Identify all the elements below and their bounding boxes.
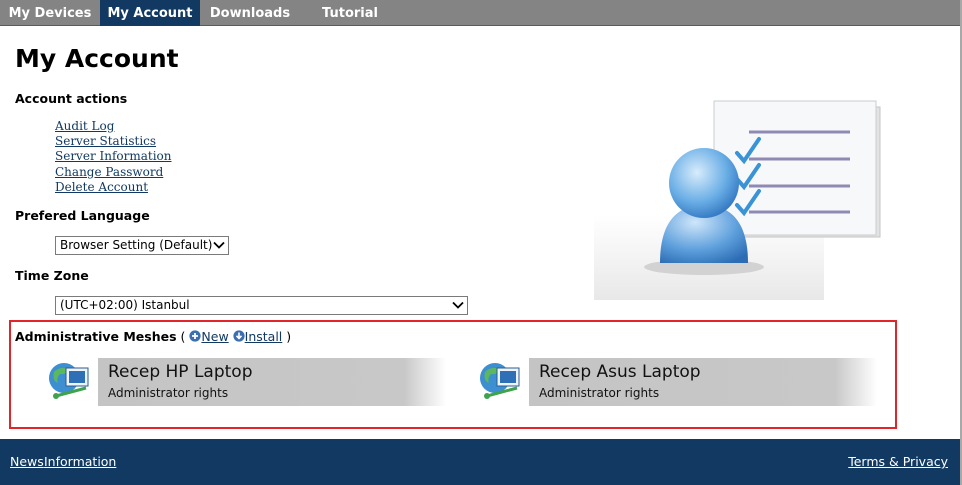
language-heading: Prefered Language xyxy=(15,208,150,223)
language-select-value: Browser Setting (Default) xyxy=(60,238,213,252)
footer: News Information Terms & Privacy xyxy=(0,439,960,485)
mesh-item-name: Recep HP Laptop xyxy=(108,362,253,382)
network-globe-computer-icon xyxy=(480,363,520,399)
timezone-heading: Time Zone xyxy=(15,268,89,283)
timezone-select-value: (UTC+02:00) Istanbul xyxy=(60,298,190,312)
meshes-heading: Administrative Meshes xyxy=(15,329,177,344)
server-statistics-link[interactable]: Server Statistics xyxy=(55,134,172,149)
mesh-item-name: Recep Asus Laptop xyxy=(539,362,701,382)
meshes-open-paren: ( xyxy=(180,329,186,344)
server-information-link[interactable]: Server Information xyxy=(55,149,172,164)
footer-news-link[interactable]: News xyxy=(10,454,44,469)
timezone-select[interactable]: (UTC+02:00) Istanbul xyxy=(55,296,468,315)
account-checklist-illustration xyxy=(594,100,881,300)
audit-log-link[interactable]: Audit Log xyxy=(55,119,172,134)
footer-terms-privacy-link[interactable]: Terms & Privacy xyxy=(848,454,948,469)
download-circle-icon xyxy=(233,330,245,342)
meshes-header: Administrative Meshes ( New Install ) xyxy=(15,329,291,344)
language-select[interactable]: Browser Setting (Default) xyxy=(55,236,229,255)
tab-my-account[interactable]: My Account xyxy=(100,0,200,26)
chevron-down-icon xyxy=(213,241,225,249)
account-actions-heading: Account actions xyxy=(15,91,128,106)
install-mesh-link[interactable]: Install xyxy=(245,329,283,344)
page-title: My Account xyxy=(15,44,179,73)
tab-downloads[interactable]: Downloads xyxy=(200,0,300,26)
network-globe-computer-icon xyxy=(49,363,89,399)
mesh-item-recep-hp-laptop[interactable]: Recep HP Laptop Administrator rights xyxy=(46,356,446,408)
change-password-link[interactable]: Change Password xyxy=(55,165,172,180)
account-actions-list: Audit Log Server Statistics Server Infor… xyxy=(55,119,172,195)
tab-my-devices[interactable]: My Devices xyxy=(0,0,100,26)
new-mesh-link[interactable]: New xyxy=(201,329,228,344)
plus-circle-icon xyxy=(189,330,202,342)
mesh-item-rights: Administrator rights xyxy=(539,386,660,400)
mesh-item-recep-asus-laptop[interactable]: Recep Asus Laptop Administrator rights xyxy=(477,356,877,408)
delete-account-link[interactable]: Delete Account xyxy=(55,180,172,195)
footer-information-link[interactable]: Information xyxy=(44,454,116,469)
chevron-down-icon xyxy=(452,301,464,309)
tab-tutorial[interactable]: Tutorial xyxy=(300,0,400,26)
top-tab-bar: My Devices My Account Downloads Tutorial xyxy=(0,0,962,26)
meshes-close-paren: ) xyxy=(286,329,292,344)
mesh-item-rights: Administrator rights xyxy=(108,386,229,400)
